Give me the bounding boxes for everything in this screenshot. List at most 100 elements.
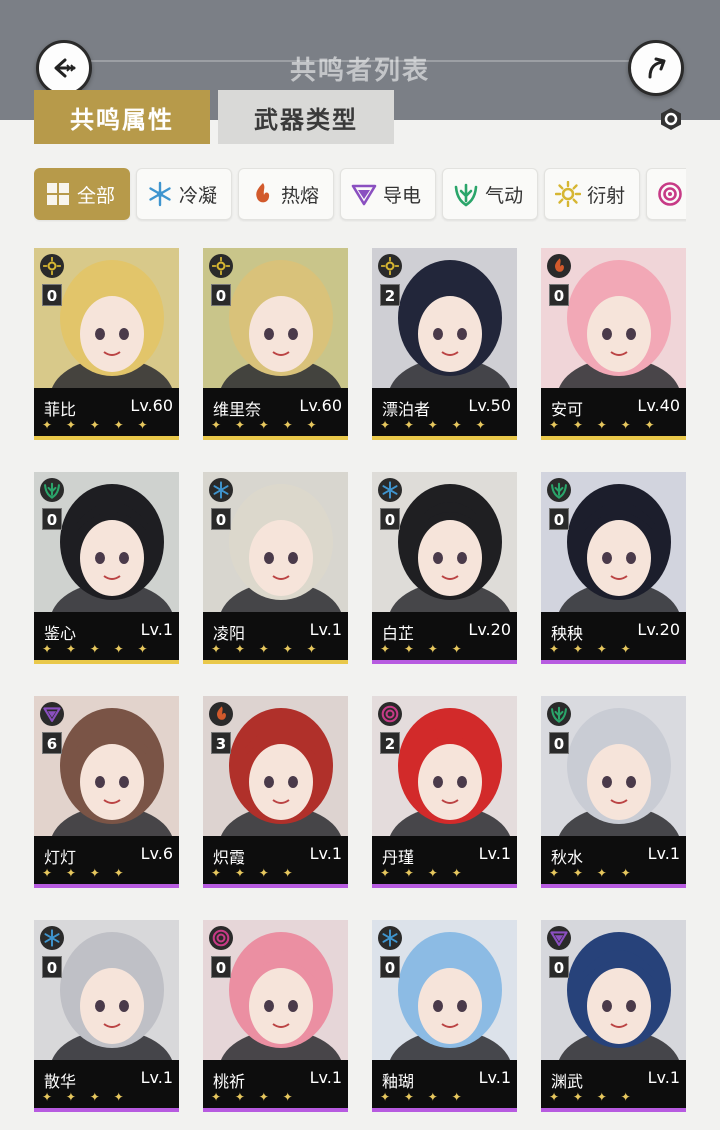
- share-arrow-icon: [648, 57, 666, 79]
- character-info: 丹瑾 Lv.1 ✦ ✦ ✦ ✦: [372, 836, 517, 888]
- character-name: 凌阳: [213, 624, 246, 643]
- electro-element-icon: [40, 702, 64, 726]
- fusion-element-icon: [209, 702, 233, 726]
- character-name: 炽霞: [213, 848, 246, 867]
- element-filter-bar: 全部 冷凝 热熔 导电 气动 衍射: [34, 168, 686, 222]
- rarity-bar: [34, 884, 179, 888]
- aero-icon: [454, 183, 478, 207]
- rarity-bar: [541, 436, 686, 440]
- character-info: 安可 Lv.40 ✦ ✦ ✦ ✦ ✦: [541, 388, 686, 440]
- character-card[interactable]: 2 丹瑾 Lv.1 ✦ ✦ ✦ ✦: [372, 696, 517, 888]
- resonance-chain-badge: 2: [380, 732, 400, 754]
- character-level: Lv.1: [140, 620, 173, 639]
- category-tabs: 共鸣属性 武器类型: [34, 90, 394, 144]
- character-card[interactable]: 0 菲比 Lv.60 ✦ ✦ ✦ ✦ ✦: [34, 248, 179, 440]
- resonance-chain-badge: 6: [42, 732, 62, 754]
- character-info: 维里奈 Lv.60 ✦ ✦ ✦ ✦ ✦: [203, 388, 348, 440]
- tab-attribute[interactable]: 共鸣属性: [34, 90, 210, 144]
- character-card[interactable]: 3 炽霞 Lv.1 ✦ ✦ ✦ ✦: [203, 696, 348, 888]
- electro-icon: [351, 184, 377, 206]
- rarity-bar: [372, 660, 517, 664]
- character-card[interactable]: 0 白芷 Lv.20 ✦ ✦ ✦ ✦: [372, 472, 517, 664]
- rarity-bar: [203, 884, 348, 888]
- rarity-bar: [203, 436, 348, 440]
- character-name: 白芷: [382, 624, 415, 643]
- rarity-bar: [372, 884, 517, 888]
- resonance-chain-badge: 0: [211, 956, 231, 978]
- rarity-bar: [34, 436, 179, 440]
- character-info: 散华 Lv.1 ✦ ✦ ✦ ✦: [34, 1060, 179, 1112]
- character-level: Lv.1: [309, 844, 342, 863]
- glacio-element-icon: [40, 926, 64, 950]
- filter-all[interactable]: 全部: [34, 168, 131, 220]
- character-name: 菲比: [44, 400, 77, 419]
- character-card[interactable]: 2 漂泊者 Lv.50 ✦ ✦ ✦ ✦ ✦: [372, 248, 517, 440]
- character-card[interactable]: 0 散华 Lv.1 ✦ ✦ ✦ ✦: [34, 920, 179, 1112]
- fusion-icon: [256, 183, 270, 203]
- rarity-bar: [34, 1108, 179, 1112]
- character-card[interactable]: 6 灯灯 Lv.6 ✦ ✦ ✦ ✦: [34, 696, 179, 888]
- resonance-chain-badge: 0: [549, 284, 569, 306]
- character-level: Lv.20: [468, 620, 511, 639]
- character-card[interactable]: 0 秧秧 Lv.20 ✦ ✦ ✦ ✦: [541, 472, 686, 664]
- rarity-stars: ✦ ✦ ✦ ✦ ✦: [549, 418, 660, 432]
- filter-spectro[interactable]: 衍射: [544, 168, 641, 220]
- resonance-chain-badge: 0: [211, 284, 231, 306]
- character-name: 丹瑾: [382, 848, 415, 867]
- rarity-stars: ✦ ✦ ✦ ✦: [380, 866, 467, 880]
- character-name: 釉瑚: [382, 1072, 415, 1091]
- character-name: 渊武: [551, 1072, 584, 1091]
- character-card[interactable]: 0 安可 Lv.40 ✦ ✦ ✦ ✦ ✦: [541, 248, 686, 440]
- rarity-stars: ✦ ✦ ✦ ✦: [211, 1090, 298, 1104]
- rarity-bar: [372, 436, 517, 440]
- character-info: 白芷 Lv.20 ✦ ✦ ✦ ✦: [372, 612, 517, 664]
- spectro-element-icon: [378, 254, 402, 278]
- character-card[interactable]: 0 维里奈 Lv.60 ✦ ✦ ✦ ✦ ✦: [203, 248, 348, 440]
- glacio-element-icon: [378, 926, 402, 950]
- filter-label: 热熔: [281, 184, 320, 207]
- rarity-bar: [203, 660, 348, 664]
- filter-aero[interactable]: 气动: [442, 168, 539, 220]
- resonator-grid: 0 菲比 Lv.60 ✦ ✦ ✦ ✦ ✦ 0 维里奈 Lv.60 ✦ ✦ ✦ ✦…: [34, 248, 686, 1112]
- character-card[interactable]: 0 秋水 Lv.1 ✦ ✦ ✦ ✦: [541, 696, 686, 888]
- back-arrow-icon: [54, 58, 76, 78]
- spectro-element-icon: [209, 254, 233, 278]
- resonance-chain-badge: 0: [380, 956, 400, 978]
- character-level: Lv.1: [478, 1068, 511, 1087]
- havoc-element-icon: [209, 926, 233, 950]
- back-button[interactable]: [36, 40, 92, 96]
- resonance-chain-badge: 0: [549, 956, 569, 978]
- character-name: 漂泊者: [382, 400, 431, 419]
- rarity-bar: [203, 1108, 348, 1112]
- character-card[interactable]: 0 釉瑚 Lv.1 ✦ ✦ ✦ ✦: [372, 920, 517, 1112]
- character-name: 散华: [44, 1072, 77, 1091]
- settings-hex-icon[interactable]: [658, 106, 684, 132]
- rarity-stars: ✦ ✦ ✦ ✦ ✦: [42, 418, 153, 432]
- filter-label: 衍射: [587, 184, 626, 207]
- character-level: Lv.60: [130, 396, 173, 415]
- filter-electro[interactable]: 导电: [340, 168, 437, 220]
- rarity-bar: [372, 1108, 517, 1112]
- character-info: 鉴心 Lv.1 ✦ ✦ ✦ ✦ ✦: [34, 612, 179, 664]
- character-info: 漂泊者 Lv.50 ✦ ✦ ✦ ✦ ✦: [372, 388, 517, 440]
- character-info: 秋水 Lv.1 ✦ ✦ ✦ ✦: [541, 836, 686, 888]
- resonance-chain-badge: 0: [211, 508, 231, 530]
- character-card[interactable]: 0 鉴心 Lv.1 ✦ ✦ ✦ ✦ ✦: [34, 472, 179, 664]
- character-card[interactable]: 0 桃祈 Lv.1 ✦ ✦ ✦ ✦: [203, 920, 348, 1112]
- glacio-element-icon: [209, 478, 233, 502]
- character-card[interactable]: 0 渊武 Lv.1 ✦ ✦ ✦ ✦: [541, 920, 686, 1112]
- filter-havoc[interactable]: 湮灭: [646, 168, 686, 220]
- havoc-element-icon: [378, 702, 402, 726]
- page-title: 共鸣者列表: [289, 56, 430, 86]
- filter-glacio[interactable]: 冷凝: [136, 168, 233, 220]
- character-info: 桃祈 Lv.1 ✦ ✦ ✦ ✦: [203, 1060, 348, 1112]
- character-card[interactable]: 0 凌阳 Lv.1 ✦ ✦ ✦ ✦ ✦: [203, 472, 348, 664]
- resonance-chain-badge: 0: [42, 508, 62, 530]
- character-info: 釉瑚 Lv.1 ✦ ✦ ✦ ✦: [372, 1060, 517, 1112]
- share-button[interactable]: [628, 40, 684, 96]
- filter-fusion[interactable]: 热熔: [238, 168, 335, 220]
- electro-element-icon: [547, 926, 571, 950]
- character-name: 灯灯: [44, 848, 77, 867]
- tab-weapon-type[interactable]: 武器类型: [218, 90, 394, 144]
- character-info: 秧秧 Lv.20 ✦ ✦ ✦ ✦: [541, 612, 686, 664]
